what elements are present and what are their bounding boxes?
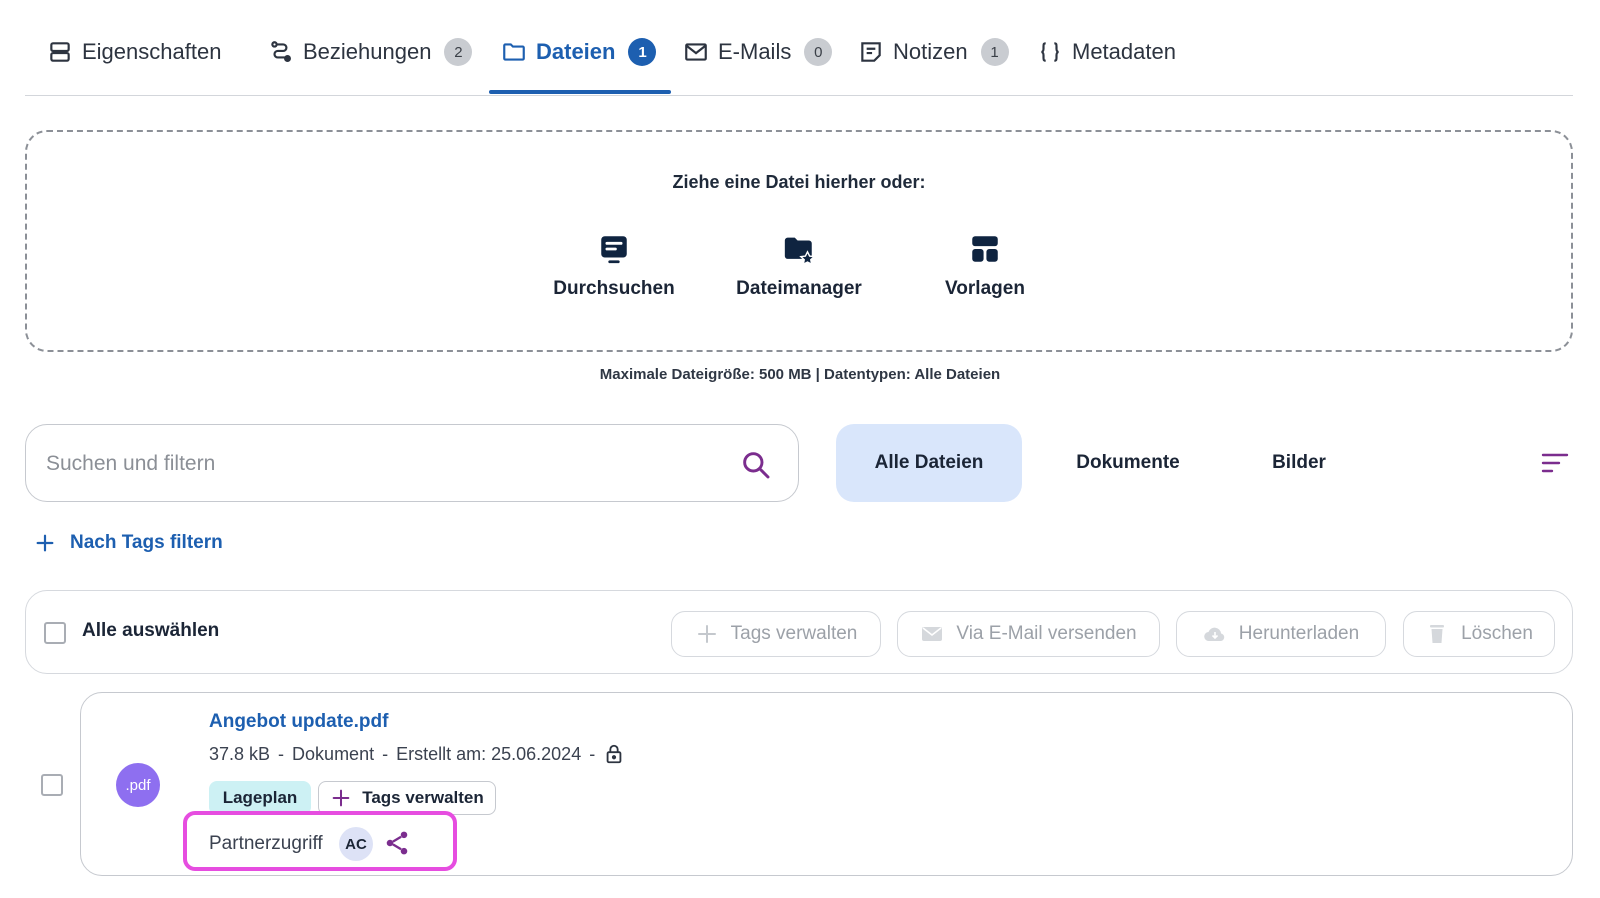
cloud-download-icon — [1204, 627, 1225, 642]
active-tab-indicator — [489, 90, 671, 94]
plus-icon — [36, 534, 54, 552]
search-input[interactable] — [46, 445, 706, 483]
bulk-manage-tags-button[interactable]: Tags verwalten — [671, 611, 881, 657]
tab-label: Notizen — [893, 39, 968, 64]
bulk-action-label: Löschen — [1461, 623, 1533, 644]
tab-beziehungen[interactable]: Beziehungen 2 — [268, 30, 473, 74]
tab-emails[interactable]: E-Mails 0 — [683, 30, 833, 74]
tab-notizen[interactable]: Notizen 1 — [858, 30, 1009, 74]
bulk-action-label: Tags verwalten — [730, 623, 858, 644]
partner-access-highlight: Partnerzugriff AC — [183, 811, 457, 871]
count-badge: 1 — [980, 38, 1009, 66]
tag-filter-button[interactable]: Nach Tags filtern — [34, 532, 223, 554]
mail-icon — [922, 627, 943, 641]
filter-documents[interactable]: Dokumente — [1040, 424, 1216, 502]
trash-icon — [1430, 625, 1445, 643]
count-badge: 2 — [444, 38, 473, 66]
filter-images[interactable]: Bilder — [1226, 424, 1372, 502]
manage-tags-button[interactable]: Tags verwalten — [318, 781, 496, 815]
search-box[interactable] — [25, 424, 799, 502]
count-badge: 1 — [628, 38, 657, 66]
select-all-checkbox[interactable] — [44, 622, 66, 644]
templates-label: Vorlagen — [945, 278, 1025, 299]
meta-separator: - — [589, 743, 596, 764]
tab-bar: Eigenschaften Beziehungen 2 Dateien 1 E-… — [25, 0, 1573, 96]
lock-icon[interactable] — [603, 743, 625, 765]
share-icon[interactable] — [383, 829, 411, 857]
folder-icon — [503, 43, 525, 61]
count-badge: 0 — [804, 38, 833, 66]
tab-label: E-Mails — [718, 39, 792, 64]
templates-button[interactable]: Vorlagen — [885, 232, 1085, 300]
file-size: 37.8 kB — [209, 743, 271, 764]
file-name-link[interactable]: Angebot update.pdf — [209, 711, 388, 733]
file-manager-label: Dateimanager — [736, 278, 862, 299]
tab-eigenschaften[interactable]: Eigenschaften — [47, 30, 221, 74]
file-card: .pdf Angebot update.pdf 37.8 kB - Dokume… — [80, 692, 1573, 876]
tab-label: Metadaten — [1072, 39, 1176, 64]
tab-label: Beziehungen — [303, 39, 432, 64]
mail-icon — [685, 43, 707, 61]
bulk-action-label: Herunterladen — [1238, 623, 1360, 644]
tab-label: Eigenschaften — [82, 39, 222, 64]
tag-filter-label: Nach Tags filtern — [70, 532, 223, 553]
bulk-delete-button[interactable]: Löschen — [1403, 611, 1555, 657]
plus-icon — [332, 789, 350, 807]
meta-separator: - — [278, 743, 285, 764]
templates-icon — [972, 236, 998, 262]
avatar[interactable]: AC — [339, 827, 373, 861]
dropzone-title: Ziehe eine Datei hierher oder: — [672, 172, 926, 192]
plus-icon — [697, 625, 716, 643]
tab-dateien[interactable]: Dateien 1 — [501, 30, 657, 74]
file-select-checkbox[interactable] — [41, 774, 63, 796]
search-icon[interactable] — [740, 449, 772, 481]
browse-button[interactable]: Durchsuchen — [514, 232, 714, 300]
bulk-action-label: Via E-Mail versenden — [956, 623, 1137, 644]
partner-access-label: Partnerzugriff — [209, 833, 323, 854]
braces-icon — [1041, 42, 1059, 62]
notes-icon — [861, 42, 881, 62]
file-dropzone[interactable]: Ziehe eine Datei hierher oder: Durchsuch… — [25, 130, 1573, 352]
file-created-date: Erstellt am: 25.06.2024 — [396, 743, 582, 764]
bulk-send-email-button[interactable]: Via E-Mail versenden — [897, 611, 1160, 657]
file-manager-icon — [784, 237, 816, 266]
properties-icon — [50, 42, 70, 62]
file-manager-button[interactable]: Dateimanager — [699, 232, 899, 300]
browse-icon — [601, 236, 627, 264]
bulk-download-button[interactable]: Herunterladen — [1176, 611, 1386, 657]
select-all-label: Alle auswählen — [82, 620, 220, 641]
tab-metadaten[interactable]: Metadaten — [1037, 30, 1176, 74]
tab-label: Dateien — [536, 39, 616, 64]
file-meta: 37.8 kB - Dokument - Erstellt am: 25.06.… — [209, 743, 625, 765]
file-type-badge: .pdf — [116, 763, 160, 807]
bulk-action-bar: Alle auswählen Tags verwalten Via E-Mail… — [25, 590, 1573, 674]
meta-separator: - — [382, 743, 389, 764]
browse-label: Durchsuchen — [553, 278, 675, 299]
filter-all-files[interactable]: Alle Dateien — [836, 424, 1022, 502]
tag-chip[interactable]: Lageplan — [209, 781, 311, 815]
upload-limits-hint: Maximale Dateigröße: 500 MB | Datentypen… — [599, 366, 1001, 383]
sort-icon[interactable] — [1540, 450, 1570, 476]
file-kind: Dokument — [292, 743, 375, 764]
manage-tags-label: Tags verwalten — [362, 788, 484, 807]
relations-icon — [271, 41, 291, 62]
